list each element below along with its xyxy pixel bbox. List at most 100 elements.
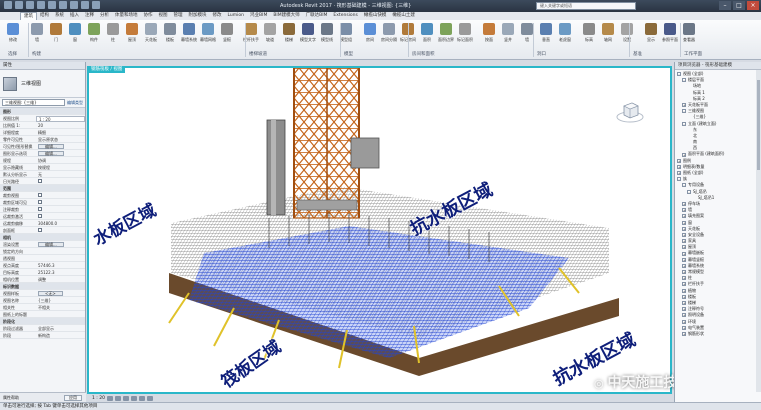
expand-icon[interactable]: + xyxy=(677,171,681,176)
ribbon-tool-button[interactable]: 天花板 xyxy=(142,23,160,43)
search-input[interactable]: 键入关键字或短语 xyxy=(536,2,636,10)
property-checkbox[interactable] xyxy=(38,193,42,197)
property-value[interactable]: {三维} xyxy=(36,297,85,303)
ribbon-tool-button[interactable]: 楼梯 xyxy=(280,23,298,43)
3d-view-icon[interactable] xyxy=(92,1,100,9)
ribbon-tool-button[interactable]: 楼板 xyxy=(161,23,179,43)
property-checkbox[interactable] xyxy=(38,207,42,211)
expand-icon[interactable]: + xyxy=(682,226,686,231)
ribbon-tab[interactable]: 注释 xyxy=(82,12,97,20)
ribbon-tool-button[interactable]: 标记面积 xyxy=(456,23,474,43)
expand-icon[interactable]: + xyxy=(682,270,686,275)
ribbon-tool-button[interactable]: 门 xyxy=(47,23,65,43)
collapse-icon[interactable]: - xyxy=(687,189,691,194)
property-value[interactable]: 按规程 xyxy=(36,164,85,170)
expand-icon[interactable]: + xyxy=(682,245,686,250)
ribbon-panel-title[interactable]: 楼梯坡道 xyxy=(249,51,267,57)
property-value[interactable]: 新构造 xyxy=(36,332,85,338)
browser-scrollbar[interactable] xyxy=(756,70,761,392)
property-group[interactable]: 图形 xyxy=(0,108,85,115)
ribbon-tool-button[interactable]: 老虎窗 xyxy=(556,23,574,43)
ribbon-tool-button[interactable]: 竖井 xyxy=(499,23,517,43)
expand-icon[interactable]: + xyxy=(682,307,686,312)
property-checkbox[interactable] xyxy=(38,228,42,232)
property-checkbox[interactable] xyxy=(38,200,42,204)
redo-icon[interactable] xyxy=(48,1,56,9)
ribbon-tool-button[interactable]: 修改 xyxy=(4,23,22,43)
property-group[interactable]: 范围 xyxy=(0,185,85,192)
ribbon-tool-button[interactable]: 参照平面 xyxy=(661,23,679,43)
ribbon-tab[interactable]: 视图 xyxy=(156,12,171,20)
property-value[interactable]: 显示原状态 xyxy=(36,136,85,142)
apply-button[interactable]: 应用 xyxy=(64,395,82,401)
ribbon-tool-button[interactable]: 垂直 xyxy=(537,23,555,43)
ribbon-tab[interactable]: 附加模块 xyxy=(186,12,210,20)
ribbon-tool-button[interactable]: 坡道 xyxy=(261,23,279,43)
ribbon-tool-button[interactable]: 模型文字 xyxy=(299,23,317,43)
expand-icon[interactable]: + xyxy=(677,158,681,163)
type-selector[interactable]: 三维视图 xyxy=(0,70,85,98)
minimize-button[interactable]: – xyxy=(719,1,731,10)
expand-icon[interactable]: + xyxy=(682,220,686,225)
property-value[interactable]: 不相关 xyxy=(36,304,85,310)
property-value[interactable] xyxy=(36,255,85,261)
ribbon-tab[interactable]: 鸿业BIM xyxy=(247,12,270,20)
ribbon-panel-title[interactable]: 选择 xyxy=(8,51,17,57)
maximize-button[interactable]: □ xyxy=(733,1,745,10)
property-value[interactable]: 304800.0 xyxy=(36,220,85,226)
ribbon-tab[interactable]: 协作 xyxy=(141,12,156,20)
ribbon-tool-button[interactable]: 墙 xyxy=(28,23,46,43)
property-value[interactable] xyxy=(36,227,85,233)
expand-icon[interactable]: + xyxy=(682,294,686,299)
property-checkbox[interactable] xyxy=(38,179,42,183)
expand-icon[interactable]: + xyxy=(682,232,686,237)
undo-icon[interactable] xyxy=(37,1,45,9)
collapse-icon[interactable]: - xyxy=(682,121,686,126)
ribbon-tool-button[interactable]: 轴网 xyxy=(599,23,617,43)
property-value[interactable] xyxy=(36,248,85,254)
expand-icon[interactable]: + xyxy=(682,239,686,244)
ribbon-panel-title[interactable]: 模型 xyxy=(344,51,353,57)
ribbon-tab[interactable]: 管理 xyxy=(171,12,186,20)
ribbon-tool-button[interactable]: 幕墙系统 xyxy=(180,23,198,43)
print-icon[interactable] xyxy=(59,1,67,9)
property-value[interactable]: 25122.3 xyxy=(36,269,85,275)
expand-icon[interactable]: + xyxy=(682,313,686,318)
property-value[interactable] xyxy=(36,178,85,184)
ribbon-tab[interactable]: 橄榄山快模 xyxy=(361,12,390,20)
expand-icon[interactable]: + xyxy=(682,301,686,306)
ribbon-tool-button[interactable]: 竖梃 xyxy=(218,23,236,43)
ribbon-panel-title[interactable]: 洞口 xyxy=(537,51,546,57)
ribbon-panel-title[interactable]: 工作平面 xyxy=(684,51,702,57)
expand-icon[interactable]: + xyxy=(682,282,686,287)
expand-icon[interactable]: + xyxy=(677,164,681,169)
crop-view-icon[interactable] xyxy=(138,395,145,401)
property-value[interactable]: 20 xyxy=(36,122,85,128)
save-icon[interactable] xyxy=(26,1,34,9)
property-value[interactable]: 调整 xyxy=(36,276,85,282)
ribbon-tab[interactable]: 系统 xyxy=(52,12,67,20)
expand-icon[interactable]: + xyxy=(682,103,686,108)
collapse-icon[interactable]: - xyxy=(677,177,681,182)
collapse-icon[interactable]: - xyxy=(682,109,686,114)
ribbon-tab[interactable]: Lumion xyxy=(225,12,248,20)
ribbon-tab[interactable]: 结构 xyxy=(37,12,52,20)
property-value[interactable] xyxy=(36,213,85,219)
view-cube[interactable] xyxy=(616,97,644,125)
expand-icon[interactable]: + xyxy=(682,202,686,207)
drawing-viewport[interactable] xyxy=(87,66,672,394)
ribbon-tab[interactable]: 广联达BIM xyxy=(303,12,331,20)
ribbon-tool-button[interactable]: 房间分隔 xyxy=(380,23,398,43)
text-icon[interactable] xyxy=(81,1,89,9)
ribbon-tool-button[interactable]: 面积边界 xyxy=(437,23,455,43)
property-value[interactable] xyxy=(36,311,85,317)
scrollbar-thumb[interactable] xyxy=(757,80,760,170)
sun-path-icon[interactable] xyxy=(122,395,129,401)
ribbon-tool-button[interactable]: 按面 xyxy=(480,23,498,43)
expand-icon[interactable]: + xyxy=(682,257,686,262)
property-value[interactable]: 编辑... xyxy=(36,143,85,149)
ribbon-tab[interactable]: Extensions xyxy=(330,12,360,20)
expand-icon[interactable]: + xyxy=(682,319,686,324)
expand-icon[interactable]: + xyxy=(682,331,686,336)
view-scale[interactable]: 1 : 20 xyxy=(92,396,105,401)
